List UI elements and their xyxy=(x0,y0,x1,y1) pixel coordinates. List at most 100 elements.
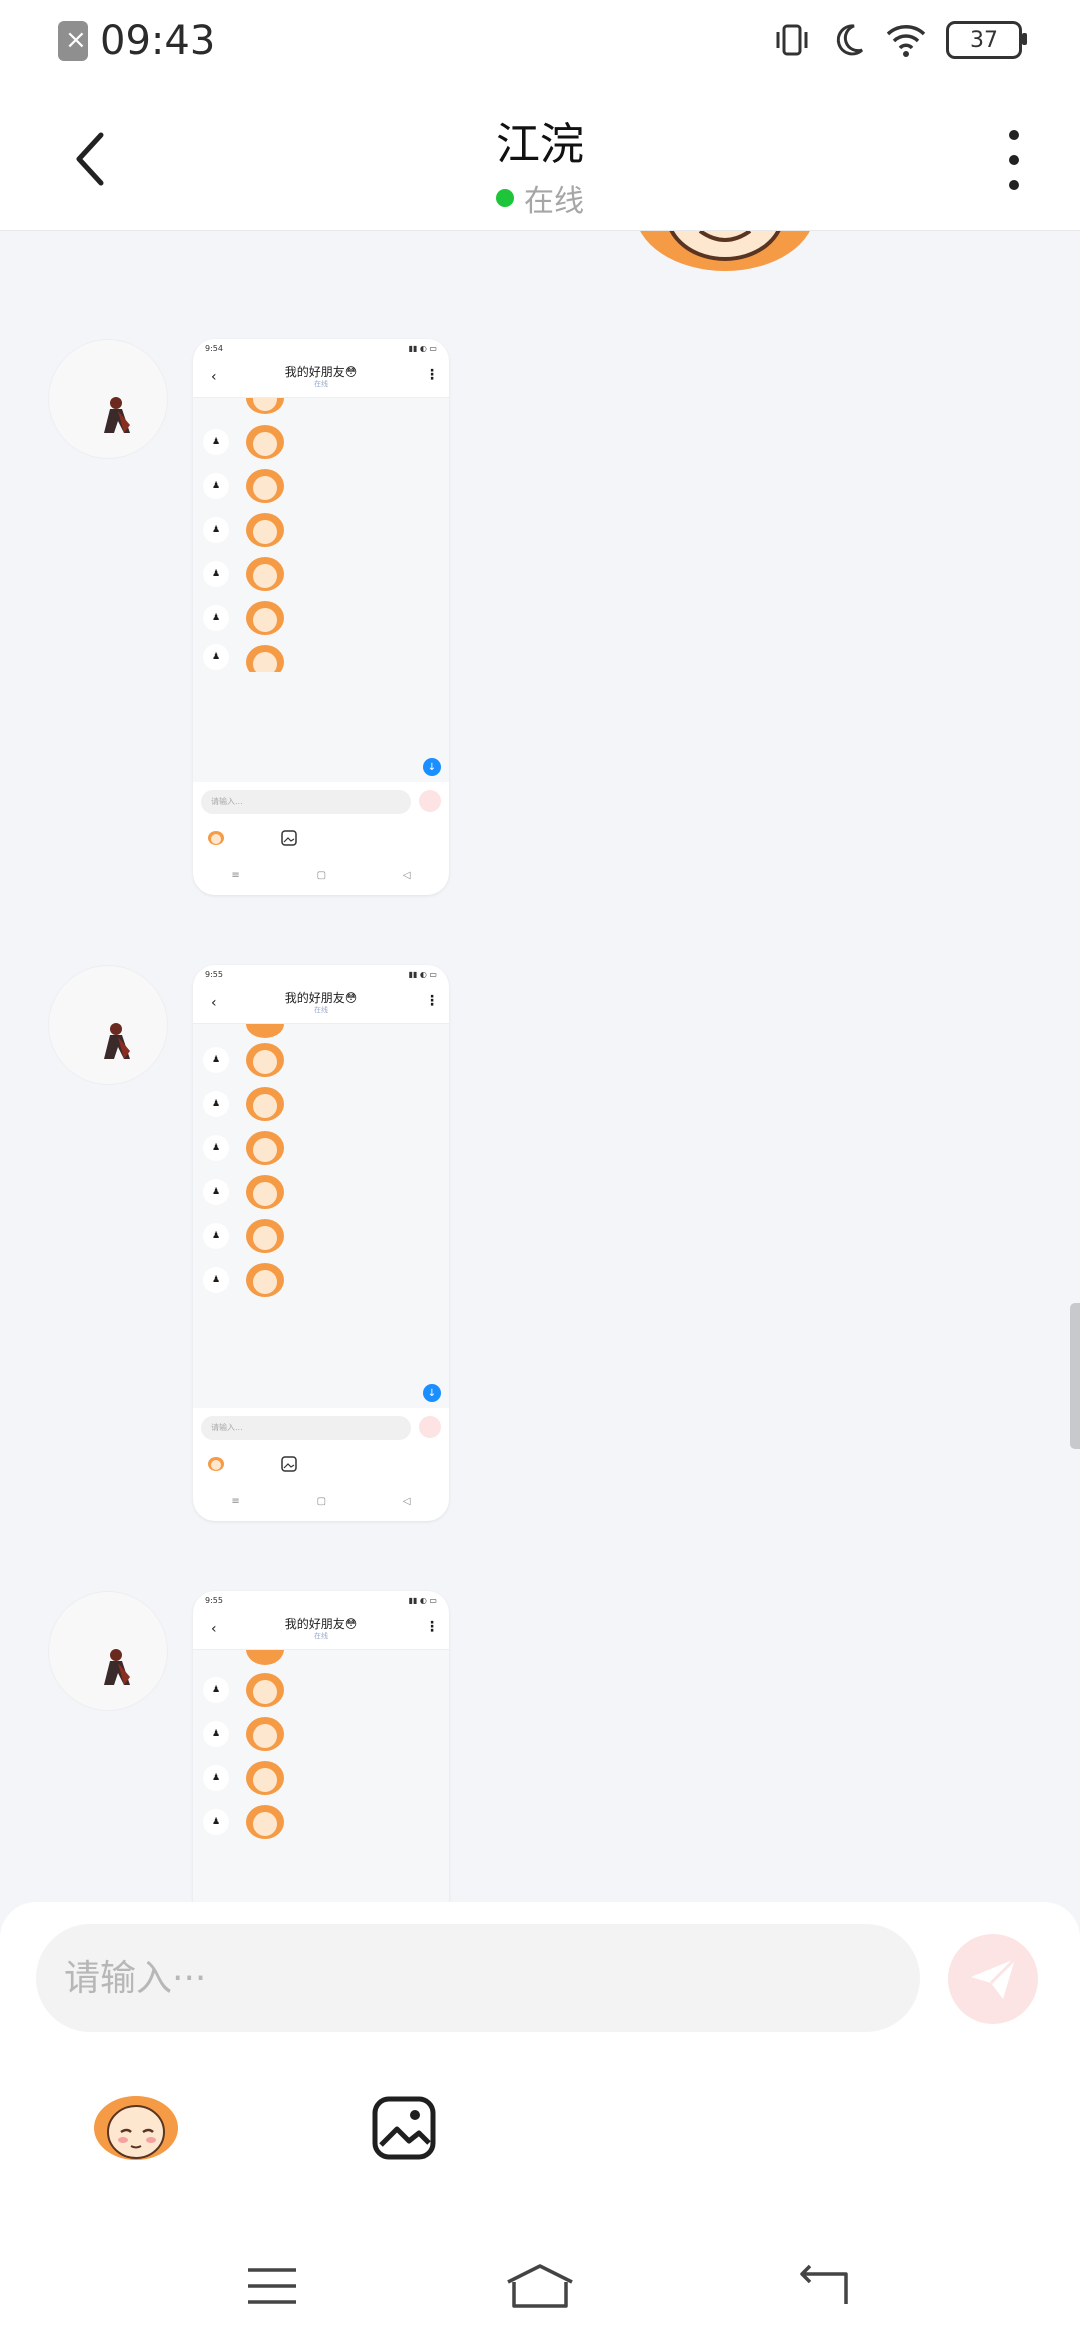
sticker-face-icon xyxy=(246,1263,284,1297)
mini-avatar: ♟ xyxy=(203,1223,229,1249)
more-dot xyxy=(1009,180,1019,190)
status-bar: 09:43 37 xyxy=(0,0,1080,86)
nav-home-button[interactable] xyxy=(480,2232,600,2340)
mini-header: ‹ 我的好朋友😳 在线 ⋮ xyxy=(193,1609,449,1650)
mini-more-icon: ⋮ xyxy=(425,1619,439,1635)
send-button[interactable] xyxy=(948,1934,1038,2024)
mini-title: 我的好朋友😳 xyxy=(284,991,358,1005)
mini-sticker-icon xyxy=(208,831,224,845)
mini-nav-home: ▢ xyxy=(316,1495,327,1507)
mini-avatar: ♟ xyxy=(203,1809,229,1835)
more-options-button[interactable] xyxy=(994,130,1034,190)
mini-tools xyxy=(193,1448,449,1480)
battery-level: 37 xyxy=(970,27,998,53)
battery-indicator: 37 xyxy=(946,21,1027,59)
menu-icon xyxy=(248,2268,296,2304)
mini-image-icon xyxy=(281,1456,297,1472)
mini-time: 9:55 xyxy=(205,1595,223,1605)
status-time: 09:43 xyxy=(100,18,216,64)
screenshot-image[interactable]: 9:55 ▮▮ ◐ ▭ ‹ 我的好朋友😳 在线 ⋮ ♟ ♟ ♟ ♟ xyxy=(193,1591,449,1903)
sticker-button[interactable] xyxy=(88,2080,184,2176)
sticker-face-icon xyxy=(246,1219,284,1253)
mini-input: 请输入... xyxy=(201,1416,411,1440)
more-dot xyxy=(1009,155,1019,165)
mini-chat-body: ♟ ♟ ♟ ♟ ♟ ♟ ↓ xyxy=(193,398,449,782)
mini-avatar: ♟ xyxy=(203,1677,229,1703)
avatar-figure-icon xyxy=(104,1649,130,1685)
mini-avatar: ♟ xyxy=(203,517,229,543)
mini-time: 9:55 xyxy=(205,969,223,979)
sticker-face-icon xyxy=(246,1131,284,1165)
sticker-face-icon xyxy=(246,425,284,459)
sticker-face-icon xyxy=(246,1717,284,1751)
avatar-figure-icon xyxy=(104,397,130,433)
sticker-face-icon xyxy=(246,1175,284,1209)
mini-status-bar: 9:55 ▮▮ ◐ ▭ xyxy=(193,1591,449,1609)
chat-header: 江浣 在线 xyxy=(0,86,1080,231)
mini-input-row: 请输入... xyxy=(193,782,449,822)
nav-back-button[interactable] xyxy=(764,2232,884,2340)
mini-status-icons: ▮▮ ◐ ▭ xyxy=(408,969,437,979)
system-nav-bar xyxy=(0,2232,1080,2340)
moon-icon xyxy=(836,24,864,56)
sticker-face-icon xyxy=(246,1761,284,1795)
mini-nav: ≡ ▢ ◁ xyxy=(193,854,449,895)
mini-send-icon xyxy=(419,1416,441,1438)
no-sim-icon xyxy=(58,21,88,61)
image-icon xyxy=(372,2096,436,2160)
mini-header: ‹ 我的好朋友😳 在线 ⋮ xyxy=(193,357,449,398)
mini-sticker-icon xyxy=(208,1457,224,1471)
sticker-face-icon xyxy=(246,1650,284,1665)
mini-avatar: ♟ xyxy=(203,1091,229,1117)
screenshot-image[interactable]: 9:55 ▮▮ ◐ ▭ ‹ 我的好朋友😳 在线 ⋮ ♟ ♟ ♟ ♟ ♟ ♟ ↓ 请… xyxy=(193,965,449,1521)
sticker-face-icon xyxy=(246,398,284,414)
mini-nav-menu: ≡ xyxy=(231,1495,240,1507)
mini-avatar: ♟ xyxy=(203,429,229,455)
contact-avatar[interactable] xyxy=(48,965,168,1085)
online-status-text: 在线 xyxy=(524,184,584,219)
mini-avatar: ♟ xyxy=(203,1047,229,1073)
mini-tools xyxy=(193,822,449,854)
mini-scroll-down-icon: ↓ xyxy=(423,758,441,776)
mini-nav-back: ◁ xyxy=(402,869,411,881)
mini-status-bar: 9:54 ▮▮ ◐ ▭ xyxy=(193,339,449,357)
mini-header: ‹ 我的好朋友😳 在线 ⋮ xyxy=(193,983,449,1024)
online-status: 在线 xyxy=(0,176,1080,220)
mini-status: 在线 xyxy=(314,1006,328,1014)
mini-status-icons: ▮▮ ◐ ▭ xyxy=(408,1595,437,1605)
mini-chat-body: ♟ ♟ ♟ ♟ xyxy=(193,1650,449,1903)
sticker-face-icon xyxy=(246,601,284,635)
home-icon xyxy=(507,2264,573,2308)
image-button[interactable] xyxy=(356,2080,452,2176)
sticker-face-icon xyxy=(246,1673,284,1707)
mini-status-bar: 9:55 ▮▮ ◐ ▭ xyxy=(193,965,449,983)
scrollbar[interactable] xyxy=(1070,1303,1080,1449)
mini-avatar: ♟ xyxy=(203,1267,229,1293)
more-vertical-icon xyxy=(1009,130,1019,140)
sticker-face-icon xyxy=(94,2096,178,2160)
mini-nav-home: ▢ xyxy=(316,869,327,881)
screenshot-image[interactable]: 9:54 ▮▮ ◐ ▭ ‹ 我的好朋友😳 在线 ⋮ ♟ ♟ ♟ ♟ ♟ ♟ ↓ 请… xyxy=(193,339,449,895)
mini-nav-back: ◁ xyxy=(402,1495,411,1507)
mini-avatar: ♟ xyxy=(203,1721,229,1747)
composer-panel xyxy=(0,1902,1080,2340)
avatar-figure-icon xyxy=(104,1023,130,1059)
contact-avatar[interactable] xyxy=(48,1591,168,1711)
mini-title: 我的好朋友😳 xyxy=(284,365,358,379)
sticker-face-icon xyxy=(640,231,810,271)
wifi-icon xyxy=(886,25,926,57)
chat-message-list[interactable]: 9:54 ▮▮ ◐ ▭ ‹ 我的好朋友😳 在线 ⋮ ♟ ♟ ♟ ♟ ♟ ♟ ↓ 请… xyxy=(0,231,1080,1903)
mini-image-icon xyxy=(281,830,297,846)
send-plane-icon xyxy=(971,1957,1017,1999)
message-input[interactable] xyxy=(36,1924,920,2032)
mini-more-icon: ⋮ xyxy=(425,993,439,1009)
contact-name: 江浣 xyxy=(496,119,584,170)
mini-input-row: 请输入... xyxy=(193,1408,449,1448)
sticker-face-icon xyxy=(246,645,284,672)
mini-nav: ≡ ▢ ◁ xyxy=(193,1480,449,1521)
nav-menu-button[interactable] xyxy=(212,2232,332,2340)
mini-more-icon: ⋮ xyxy=(425,367,439,383)
contact-avatar[interactable] xyxy=(48,339,168,459)
sticker-face-icon xyxy=(246,469,284,503)
mini-nav-menu: ≡ xyxy=(231,869,240,881)
